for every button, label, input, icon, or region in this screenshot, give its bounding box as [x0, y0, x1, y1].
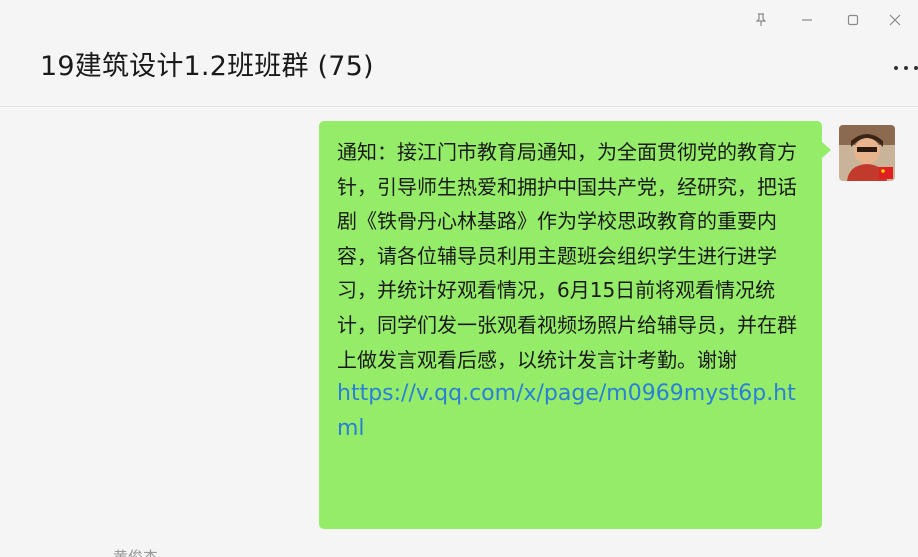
sender-avatar[interactable]: [839, 125, 895, 181]
maximize-icon[interactable]: [830, 6, 876, 34]
message-link[interactable]: https://v.qq.com/x/page/m0969myst6p.html: [337, 377, 804, 446]
more-dot: [904, 66, 908, 70]
chat-title: 19建筑设计1.2班班群 (75): [40, 51, 374, 82]
window-controls: [738, 6, 918, 34]
chat-header: 19建筑设计1.2班班群 (75): [0, 0, 918, 107]
next-sender-name: 黄俊杰: [113, 548, 159, 557]
message-bubble[interactable]: 通知：接江门市教育局通知，为全面贯彻党的教育方针，引导师生热爱和拥护中国共产党，…: [319, 121, 831, 529]
pin-icon-svg: [755, 13, 767, 26]
pin-icon[interactable]: [738, 6, 784, 34]
maximize-icon-svg: [847, 14, 859, 26]
more-dot: [914, 66, 918, 70]
minimize-icon-svg: [802, 19, 812, 21]
message-text: 通知：接江门市教育局通知，为全面贯彻党的教育方针，引导师生热爱和拥护中国共产党，…: [337, 140, 797, 372]
more-dots-icon[interactable]: [894, 60, 918, 76]
more-dot: [894, 66, 898, 70]
close-icon[interactable]: [876, 6, 918, 34]
minimize-icon[interactable]: [784, 6, 830, 34]
chat-window: 19建筑设计1.2班班群 (75) 通知：接江门市教育局通知，为全面贯彻党的教育…: [0, 0, 918, 557]
avatar-image: [839, 125, 895, 181]
close-icon-svg: [889, 14, 901, 26]
